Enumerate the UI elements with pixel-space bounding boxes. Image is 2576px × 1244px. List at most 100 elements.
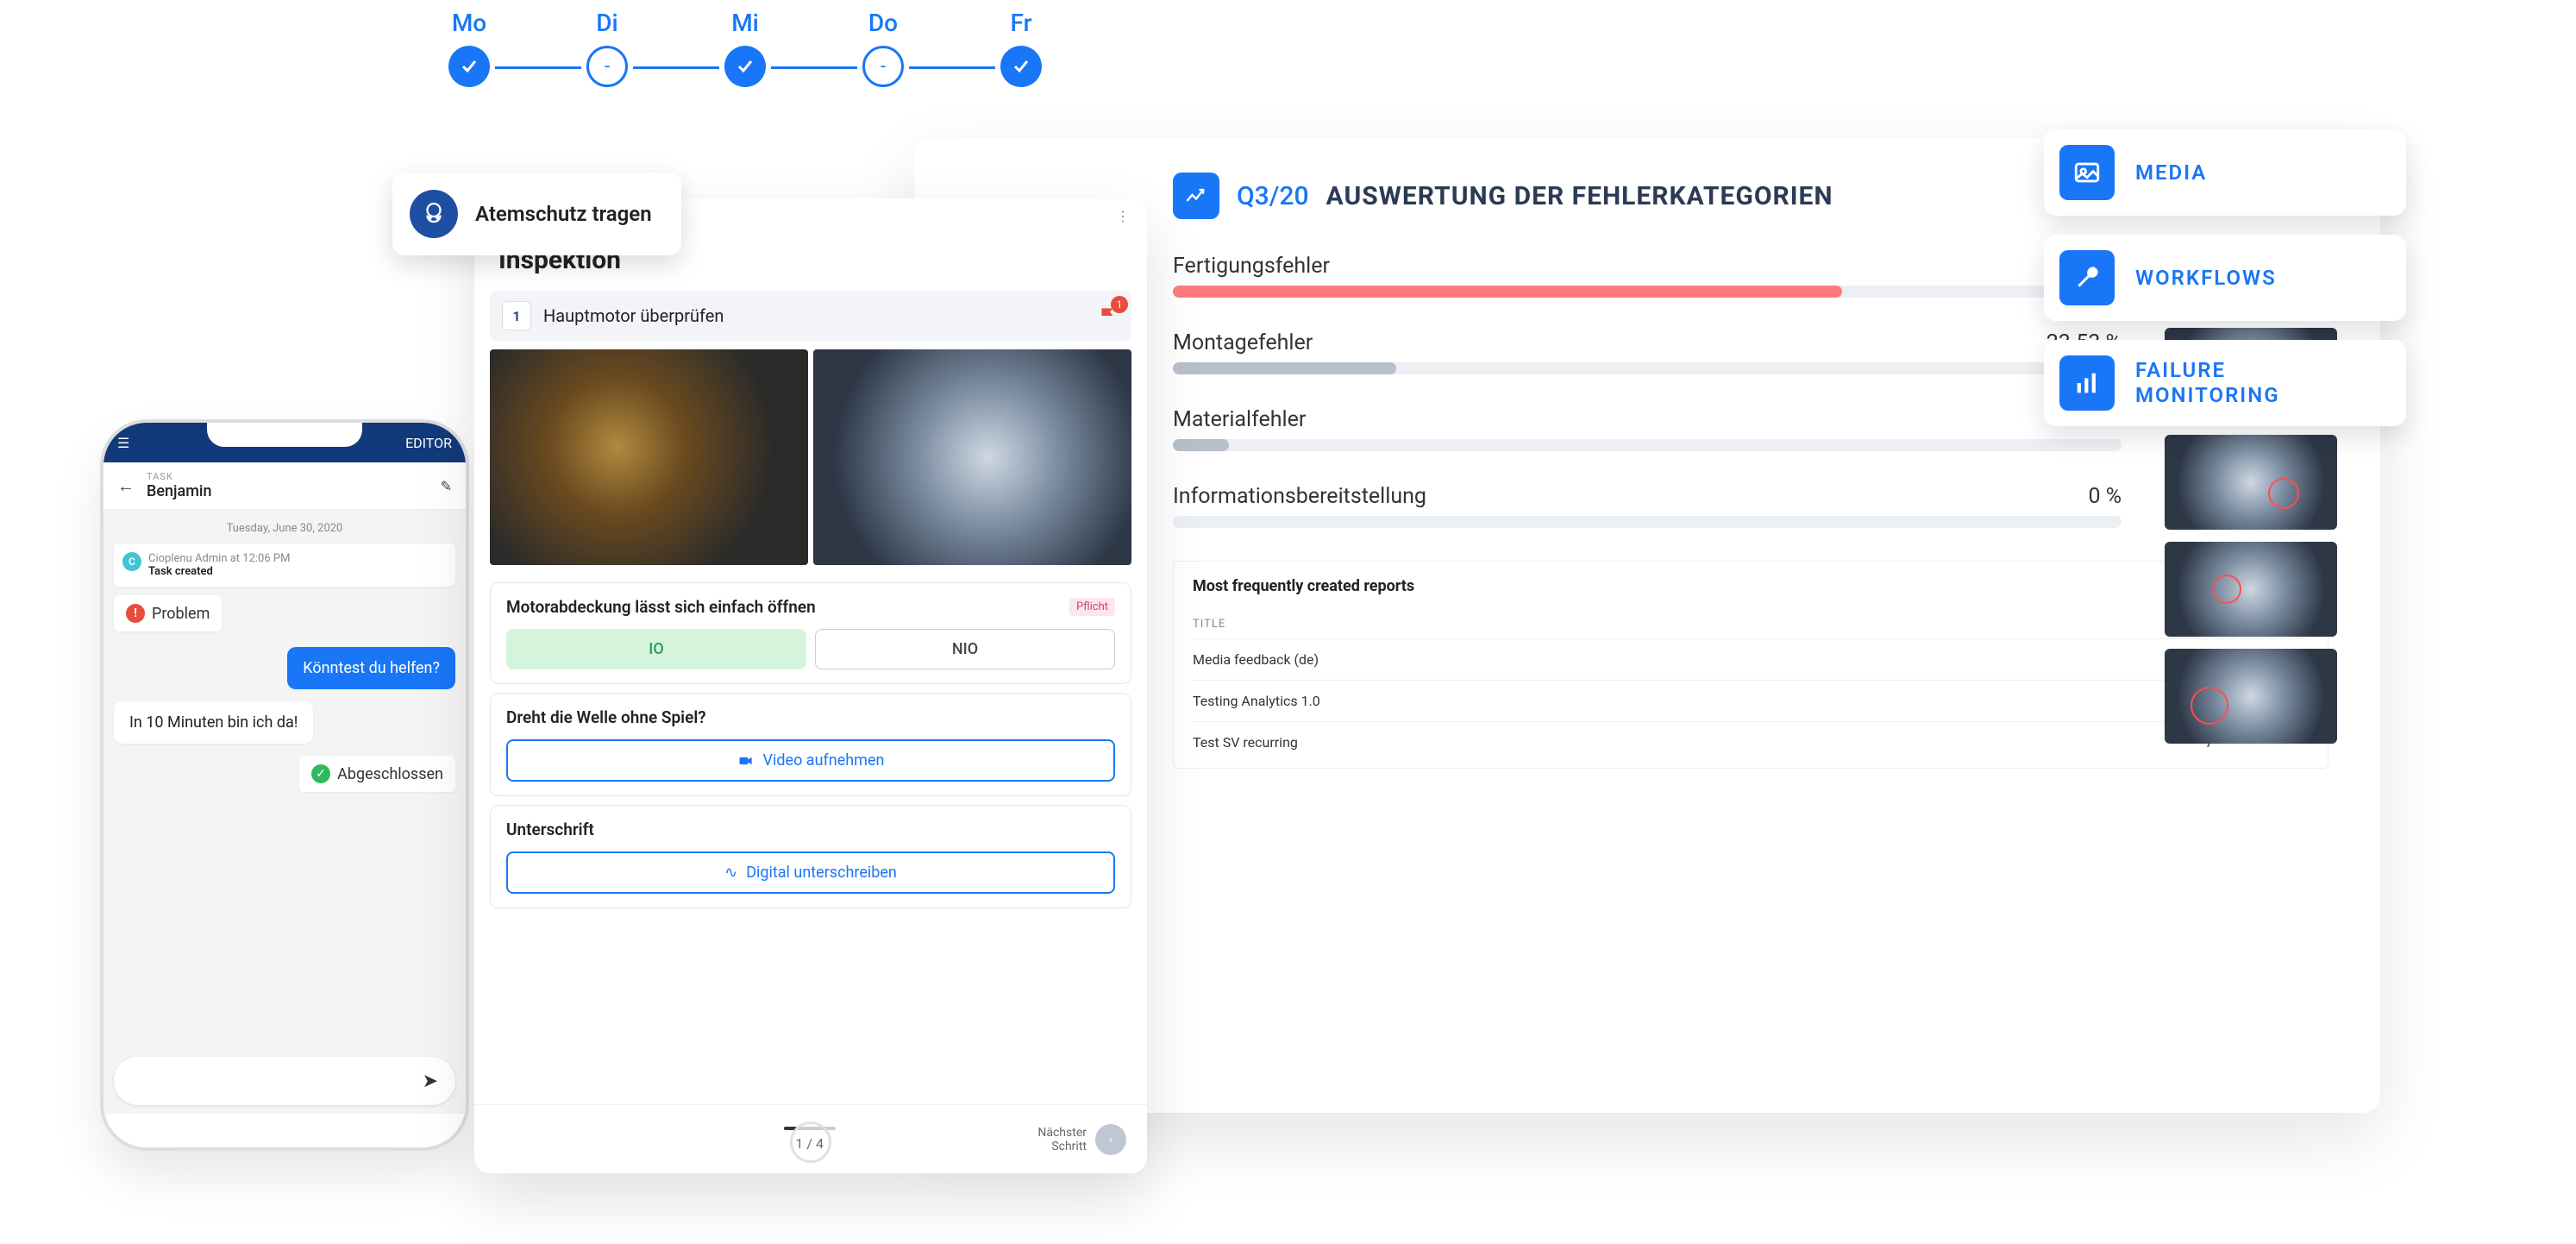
sys-author: Cioplenu Admin at 12:06 PM — [148, 552, 290, 565]
editor-label: EDITOR — [405, 435, 452, 451]
day-di[interactable]: Di - — [586, 9, 628, 87]
col-title[interactable]: TITLE — [1193, 618, 2205, 631]
problem-tag: ! Problem — [114, 595, 222, 631]
phone-mockup: ☰ EDITOR ← TASK Benjamin ✎ Tuesday, June… — [103, 423, 466, 1147]
metric-value: 0 % — [2088, 484, 2122, 509]
nio-button[interactable]: NIO — [815, 629, 1115, 669]
quarter-label: Q3/20 — [1237, 181, 1309, 211]
question-2: Dreht die Welle ohne Spiel? — [506, 707, 1115, 727]
flag-count: 1 — [1111, 296, 1128, 313]
problem-label: Problem — [152, 605, 210, 623]
media-icon — [2059, 145, 2115, 200]
done-label: Abgeschlossen — [337, 765, 443, 783]
weekday-timeline: Mo Di - Mi Do - Fr — [448, 9, 1042, 87]
workflows-card[interactable]: WORKFLOWS — [2044, 235, 2406, 321]
chart-icon — [1173, 173, 1219, 219]
defect-thumb[interactable] — [2165, 435, 2337, 530]
question-card-1: Motorabdeckung lässt sich einfach öffnen… — [490, 582, 1131, 684]
feature-cards: MEDIA WORKFLOWS FAILURE MONITORING — [2044, 129, 2406, 426]
metric-label: Montagefehler — [1173, 330, 1313, 355]
question-1: Motorabdeckung lässt sich einfach öffnen — [506, 597, 816, 617]
io-button[interactable]: IO — [506, 629, 806, 669]
task-user: Benjamin — [147, 482, 429, 500]
day-mo[interactable]: Mo — [448, 9, 490, 87]
timeline-connector — [771, 66, 857, 69]
done-tag: ✓ Abgeschlossen — [299, 756, 455, 792]
check-icon — [448, 46, 490, 87]
chat-body: Tuesday, June 30, 2020 C Cioplenu Admin … — [103, 510, 466, 1114]
dashboard-title: AUSWERTUNG DER FEHLERKATEGORIEN — [1326, 181, 1833, 211]
send-icon[interactable]: ➤ — [423, 1071, 438, 1092]
timeline-connector — [633, 66, 719, 69]
chevron-right-icon: › — [1095, 1124, 1126, 1155]
sign-btn-label: Digital unterschreiben — [746, 864, 897, 882]
avatar: C — [122, 552, 141, 571]
task-header: ← TASK Benjamin ✎ — [103, 462, 466, 510]
workflows-label: WORKFLOWS — [2135, 266, 2277, 291]
day-fr[interactable]: Fr — [1000, 9, 1042, 87]
bar-chart-icon — [2059, 355, 2115, 411]
image-row — [474, 341, 1147, 574]
table-row[interactable]: Test SV recurring7 — [1193, 721, 2309, 763]
timeline-connector — [495, 66, 581, 69]
record-video-button[interactable]: Video aufnehmen — [506, 739, 1115, 782]
next-step-button[interactable]: Nächster Schritt › — [1037, 1124, 1126, 1155]
sys-event: Task created — [148, 565, 290, 578]
respirator-icon — [410, 190, 458, 238]
day-label: Mi — [731, 9, 759, 37]
question-3: Unterschrift — [506, 820, 1115, 839]
metric-label: Materialfehler — [1173, 407, 1306, 432]
signature-icon: ∿ — [724, 864, 737, 882]
defect-thumb[interactable] — [2165, 542, 2337, 637]
flag-icon[interactable]: 1 — [1097, 305, 1119, 327]
task-label: TASK — [147, 471, 429, 482]
menu-icon[interactable]: ☰ — [117, 435, 129, 451]
check-icon — [724, 46, 766, 87]
report-title: Testing Analytics 1.0 — [1193, 693, 2205, 709]
step-text: Hauptmotor überprüfen — [543, 305, 1085, 326]
failure-label: FAILURE MONITORING — [2135, 358, 2280, 408]
required-badge: Pflicht — [1069, 598, 1115, 616]
table-row[interactable]: Media feedback (de)14 — [1193, 638, 2309, 680]
question-card-2: Dreht die Welle ohne Spiel? Video aufneh… — [490, 693, 1131, 796]
chat-date: Tuesday, June 30, 2020 — [114, 522, 455, 535]
day-mi[interactable]: Mi — [724, 9, 766, 87]
empty-dot: - — [586, 46, 628, 87]
reports-title: Most frequently created reports — [1193, 577, 2309, 595]
empty-dot: - — [862, 46, 904, 87]
table-row[interactable]: Testing Analytics 1.09 — [1193, 680, 2309, 721]
day-label: Di — [596, 9, 617, 37]
day-do[interactable]: Do - — [862, 9, 904, 87]
alert-icon: ! — [126, 604, 145, 623]
progress-bar — [1173, 286, 2122, 298]
failure-monitoring-card[interactable]: FAILURE MONITORING — [2044, 340, 2406, 426]
home-button[interactable] — [790, 1121, 831, 1163]
sign-button[interactable]: ∿ Digital unterschreiben — [506, 851, 1115, 894]
check-circle-icon: ✓ — [311, 764, 330, 783]
image-gear[interactable] — [813, 349, 1131, 565]
step-header[interactable]: 1 Hauptmotor überprüfen 1 — [490, 291, 1131, 341]
edit-icon[interactable]: ✎ — [441, 478, 452, 494]
metric-label: Informationsbereitstellung — [1173, 484, 1426, 509]
day-label: Fr — [1011, 9, 1032, 37]
reports-table: Most frequently created reports TITLE RE… — [1173, 561, 2328, 769]
day-label: Do — [868, 9, 898, 37]
day-label: Mo — [452, 9, 486, 37]
wrench-icon — [2059, 250, 2115, 305]
safety-badge: Atemschutz tragen — [392, 173, 681, 255]
question-card-3: Unterschrift ∿ Digital unterschreiben — [490, 805, 1131, 908]
image-motor[interactable] — [490, 349, 808, 565]
media-card[interactable]: MEDIA — [2044, 129, 2406, 216]
media-label: MEDIA — [2135, 160, 2207, 185]
chat-input[interactable]: ➤ — [114, 1057, 455, 1105]
progress-bar — [1173, 516, 2122, 528]
inspection-tablet: ⋮ Inspektion 1 Hauptmotor überprüfen 1 M… — [474, 198, 1147, 1173]
check-icon — [1000, 46, 1042, 87]
back-icon[interactable]: ← — [117, 475, 135, 497]
defect-thumb[interactable] — [2165, 649, 2337, 744]
more-icon[interactable]: ⋮ — [1116, 208, 1130, 224]
chat-bubble-outgoing: Könntest du helfen? — [287, 647, 455, 689]
system-message: C Cioplenu Admin at 12:06 PM Task create… — [114, 543, 455, 587]
report-title: Media feedback (de) — [1193, 651, 2205, 668]
next-step-label: Nächster Schritt — [1037, 1126, 1087, 1153]
